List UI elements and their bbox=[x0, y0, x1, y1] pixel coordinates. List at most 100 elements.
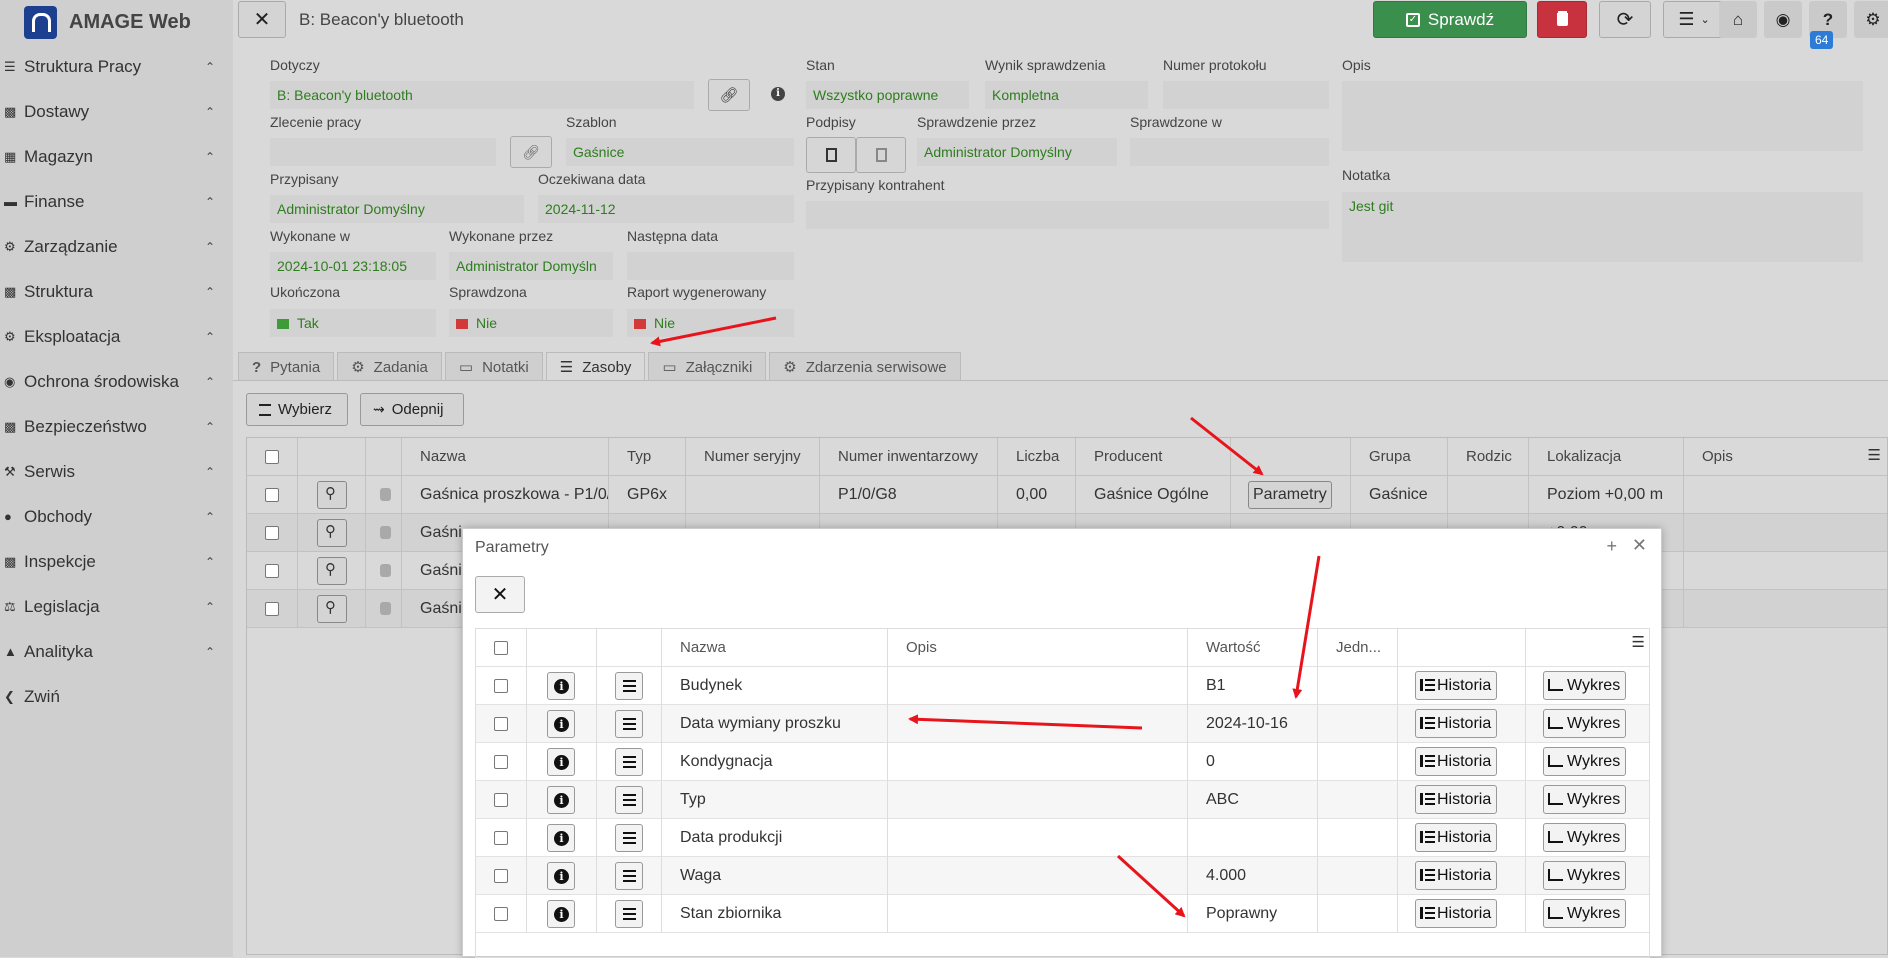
row-select-cell[interactable] bbox=[476, 743, 527, 781]
row-select-cell[interactable] bbox=[476, 781, 527, 819]
zlecenie-link-button[interactable]: 🔗︎ bbox=[510, 136, 552, 168]
column-menu-icon[interactable]: ☰ bbox=[1632, 633, 1645, 651]
sidebar-item-9[interactable]: ⚒ Serwis ⌃ bbox=[0, 449, 233, 494]
notifications-button[interactable]: ◉ bbox=[1764, 1, 1802, 38]
parameter-row[interactable]: i Data produkcji Historia Wykres bbox=[476, 819, 1649, 857]
tab-3[interactable]: ☰ Zasoby bbox=[545, 352, 646, 381]
wykonane-w-field[interactable]: 2024-10-01 23:18:05 bbox=[270, 252, 436, 280]
info-button[interactable]: i bbox=[547, 823, 575, 852]
numer-protokolu-field[interactable] bbox=[1163, 81, 1329, 109]
sidebar-item-11[interactable]: ▩ Inspekcje ⌃ bbox=[0, 539, 233, 584]
select-button[interactable]: Wybierz bbox=[246, 393, 348, 426]
parameter-row[interactable]: i Kondygnacja 0 Historia Wykres bbox=[476, 743, 1649, 781]
sidebar-item-12[interactable]: ⚖ Legislacja ⌃ bbox=[0, 584, 233, 629]
tab-2[interactable]: ▭ Notatki bbox=[444, 352, 543, 381]
history-button[interactable]: Historia bbox=[1415, 899, 1498, 929]
row-checkbox[interactable] bbox=[265, 563, 279, 578]
details-button[interactable] bbox=[615, 861, 643, 890]
sidebar-item-1[interactable]: ▩ Dostawy ⌃ bbox=[0, 89, 233, 134]
history-button[interactable]: Historia bbox=[1415, 861, 1498, 891]
sidebar-item-4[interactable]: ⚙ Zarządzanie ⌃ bbox=[0, 224, 233, 269]
info-button[interactable]: i bbox=[547, 899, 575, 928]
row-search-cell[interactable]: ⚲ bbox=[298, 552, 366, 590]
search-button[interactable]: ⚲ bbox=[317, 480, 347, 509]
sprawdzenie-przez-field[interactable]: Administrator Domyślny bbox=[917, 138, 1117, 166]
chart-button[interactable]: Wykres bbox=[1543, 861, 1627, 891]
chart-button[interactable]: Wykres bbox=[1543, 747, 1627, 777]
row-select-cell[interactable] bbox=[476, 819, 527, 857]
settings-button[interactable]: ⚙ bbox=[1854, 1, 1888, 38]
row-checkbox[interactable] bbox=[494, 906, 508, 921]
unpin-button[interactable]: ⇝ Odepnij bbox=[360, 393, 464, 426]
row-checkbox[interactable] bbox=[494, 792, 508, 807]
notatka-field[interactable]: Jest git bbox=[1342, 192, 1863, 262]
history-button[interactable]: Historia bbox=[1415, 747, 1498, 777]
sidebar-item-7[interactable]: ◉ Ochrona środowiska ⌃ bbox=[0, 359, 233, 404]
details-button[interactable] bbox=[615, 709, 643, 738]
szablon-field[interactable]: Gaśnice bbox=[566, 138, 794, 166]
raport-field[interactable]: Nie bbox=[627, 309, 794, 337]
tab-4[interactable]: ▭ Załączniki bbox=[648, 352, 767, 381]
sidebar-item-0[interactable]: ☰ Struktura Pracy ⌃ bbox=[0, 44, 233, 89]
refresh-button[interactable]: ⟳ bbox=[1599, 1, 1651, 38]
row-select-cell[interactable] bbox=[476, 667, 527, 705]
resources-col-5[interactable]: Producent bbox=[1076, 438, 1231, 476]
wykonane-przez-field[interactable]: Administrator Domyśln bbox=[449, 252, 613, 280]
chart-button[interactable]: Wykres bbox=[1543, 823, 1627, 853]
sprawdzone-w-field[interactable] bbox=[1130, 138, 1329, 166]
sidebar-item-5[interactable]: ▩ Struktura ⌃ bbox=[0, 269, 233, 314]
kontrahent-field[interactable] bbox=[806, 201, 1329, 229]
parameter-row[interactable]: i Data wymiany proszku 2024-10-16 Historia W… bbox=[476, 705, 1649, 743]
sidebar-collapse[interactable]: ❮ Zwiń bbox=[0, 674, 233, 719]
col-opis[interactable]: Opis bbox=[888, 629, 1188, 667]
modal-close-icon[interactable]: ✕ bbox=[1632, 535, 1647, 556]
menu-dropdown-button[interactable]: ☰ ⌄ bbox=[1663, 1, 1725, 38]
info-button[interactable]: i bbox=[547, 747, 575, 776]
chart-button[interactable]: Wykres bbox=[1543, 899, 1627, 929]
tab-0[interactable]: ? Pytania bbox=[238, 352, 335, 381]
nastepna-field[interactable] bbox=[627, 252, 794, 280]
oczekiwana-field[interactable]: 2024-11-12 bbox=[538, 195, 794, 223]
stan-field[interactable]: Wszystko poprawne bbox=[806, 81, 969, 109]
sidebar-item-8[interactable]: ▩ Bezpieczeństwo ⌃ bbox=[0, 404, 233, 449]
details-button[interactable] bbox=[615, 747, 643, 776]
resources-col-0[interactable]: Nazwa bbox=[402, 438, 609, 476]
col-wartosc[interactable]: Wartość bbox=[1188, 629, 1318, 667]
parameter-row[interactable]: i Typ ABC Historia Wykres bbox=[476, 781, 1649, 819]
parameter-row[interactable]: i Stan zbiornika Poprawny Historia Wykres bbox=[476, 895, 1649, 933]
history-button[interactable]: Historia bbox=[1415, 823, 1498, 853]
row-select-cell[interactable] bbox=[247, 476, 298, 514]
zlecenie-field[interactable] bbox=[270, 138, 496, 166]
row-select-cell[interactable] bbox=[476, 895, 527, 933]
resources-col-2[interactable]: Numer seryjny bbox=[686, 438, 820, 476]
sidebar-item-10[interactable]: ● Obchody ⌃ bbox=[0, 494, 233, 539]
maximize-icon[interactable]: + bbox=[1606, 536, 1617, 557]
sidebar-item-6[interactable]: ⚙ Eksploatacja ⌃ bbox=[0, 314, 233, 359]
row-checkbox[interactable] bbox=[265, 525, 279, 540]
opis-field[interactable] bbox=[1342, 81, 1863, 151]
signature-view-button[interactable] bbox=[856, 137, 906, 173]
resources-col-1[interactable]: Typ bbox=[609, 438, 686, 476]
resources-col-4[interactable]: Liczba bbox=[998, 438, 1076, 476]
details-button[interactable] bbox=[615, 823, 643, 852]
history-button[interactable]: Historia bbox=[1415, 671, 1498, 701]
info-button[interactable]: i bbox=[547, 709, 575, 738]
select-all-checkbox[interactable] bbox=[265, 450, 279, 465]
delete-button[interactable] bbox=[1537, 1, 1587, 38]
row-select-cell[interactable] bbox=[247, 552, 298, 590]
tab-5[interactable]: ⚙ Zdarzenia serwisowe bbox=[769, 352, 961, 381]
row-select-cell[interactable] bbox=[476, 705, 527, 743]
dotyczy-link-button[interactable]: 🔗︎ bbox=[708, 79, 750, 111]
wynik-field[interactable]: Kompletna bbox=[985, 81, 1148, 109]
col-nazwa[interactable]: Nazwa bbox=[662, 629, 888, 667]
search-button[interactable]: ⚲ bbox=[317, 594, 347, 623]
przypisany-field[interactable]: Administrator Domyślny bbox=[270, 195, 524, 223]
resources-col-6[interactable] bbox=[1231, 438, 1351, 476]
sidebar-item-3[interactable]: ▬ Finanse ⌃ bbox=[0, 179, 233, 224]
select-all-checkbox[interactable] bbox=[494, 641, 508, 656]
search-button[interactable]: ⚲ bbox=[317, 518, 347, 547]
history-button[interactable]: Historia bbox=[1415, 709, 1498, 739]
search-button[interactable]: ⚲ bbox=[317, 556, 347, 585]
row-select-cell[interactable] bbox=[247, 514, 298, 552]
sprawdzona-field[interactable]: Nie bbox=[449, 309, 613, 337]
